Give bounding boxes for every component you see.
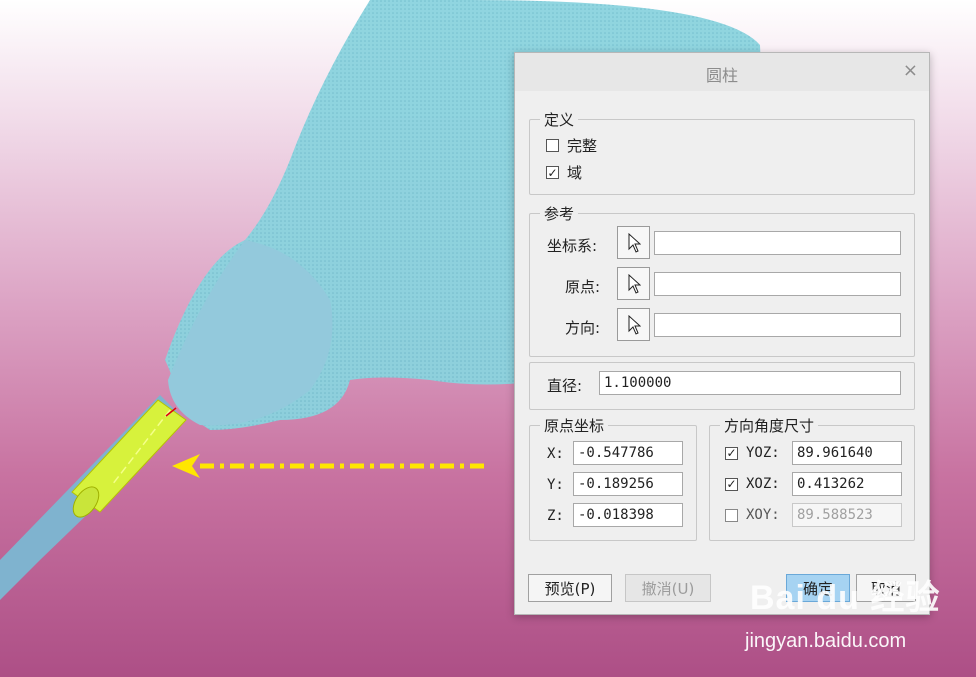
z-field[interactable]: -0.018398 [573, 503, 683, 527]
origin-coords-legend: 原点坐标 [544, 417, 605, 435]
z-label: Z: [547, 508, 564, 524]
cursor-arrow-icon [628, 232, 641, 253]
y-field[interactable]: -0.189256 [573, 472, 683, 496]
xoz-checkbox[interactable]: ✓ [725, 477, 738, 491]
direction-field[interactable] [654, 313, 901, 337]
diameter-field[interactable]: 1.100000 [599, 371, 901, 395]
y-label: Y: [547, 477, 564, 493]
yoz-label: YOZ: [746, 445, 780, 461]
full-checkbox-row[interactable]: 完整 [546, 135, 597, 156]
full-checkbox[interactable] [546, 139, 559, 152]
watermark-url: jingyan.baidu.com [745, 630, 907, 652]
xoy-field: 89.588523 [792, 503, 902, 527]
dialog-title: 圆柱 [705, 66, 738, 85]
coord-sys-field[interactable] [654, 231, 901, 255]
close-icon[interactable]: × [903, 60, 918, 81]
domain-checkbox[interactable]: ✓ [546, 166, 559, 179]
cursor-arrow-icon [628, 314, 641, 335]
full-label: 完整 [567, 137, 598, 155]
yoz-row[interactable]: ✓ YOZ: [725, 445, 780, 461]
direction-label: 方向: [565, 319, 601, 337]
x-label: X: [547, 446, 564, 462]
direction-select-button[interactable] [617, 308, 650, 341]
coord-sys-select-button[interactable] [617, 226, 650, 259]
dialog-titlebar[interactable]: 圆柱 × [515, 53, 929, 91]
reference-legend: 参考 [544, 205, 575, 223]
diameter-label: 直径: [547, 377, 583, 395]
cylinder-highlight [71, 399, 187, 518]
xoy-checkbox[interactable] [725, 508, 738, 522]
domain-checkbox-row[interactable]: ✓ 域 [546, 162, 582, 183]
xoy-label: XOY: [746, 507, 780, 523]
pointer-arrow [172, 454, 484, 478]
x-field[interactable]: -0.547786 [573, 441, 683, 465]
xoz-label: XOZ: [746, 476, 780, 492]
definition-legend: 定义 [544, 111, 575, 129]
undo-button: 撤消(U) [625, 574, 711, 602]
origin-field[interactable] [654, 272, 901, 296]
origin-select-button[interactable] [617, 267, 650, 300]
xoz-field[interactable]: 0.413262 [792, 472, 902, 496]
preview-button[interactable]: 预览(P) [528, 574, 612, 602]
yoz-checkbox[interactable]: ✓ [725, 446, 738, 460]
domain-label: 域 [567, 164, 583, 182]
watermark-logo: Bai du 经验 [750, 579, 941, 617]
direction-angles-legend: 方向角度尺寸 [724, 417, 815, 435]
baidu-jingyan-watermark: Bai du 经验 jingyan.baidu.com [745, 570, 945, 660]
coord-sys-label: 坐标系: [547, 237, 598, 255]
cursor-arrow-icon [628, 273, 641, 294]
cylinder-dialog: 圆柱 × 定义 完整 ✓ 域 参考 坐标系: 原点: 方向: 直径: 1.100… [514, 52, 930, 615]
yoz-field[interactable]: 89.961640 [792, 441, 902, 465]
xoz-row[interactable]: ✓ XOZ: [725, 476, 780, 492]
origin-label: 原点: [565, 278, 601, 296]
xoy-row[interactable]: XOY: [725, 507, 780, 523]
